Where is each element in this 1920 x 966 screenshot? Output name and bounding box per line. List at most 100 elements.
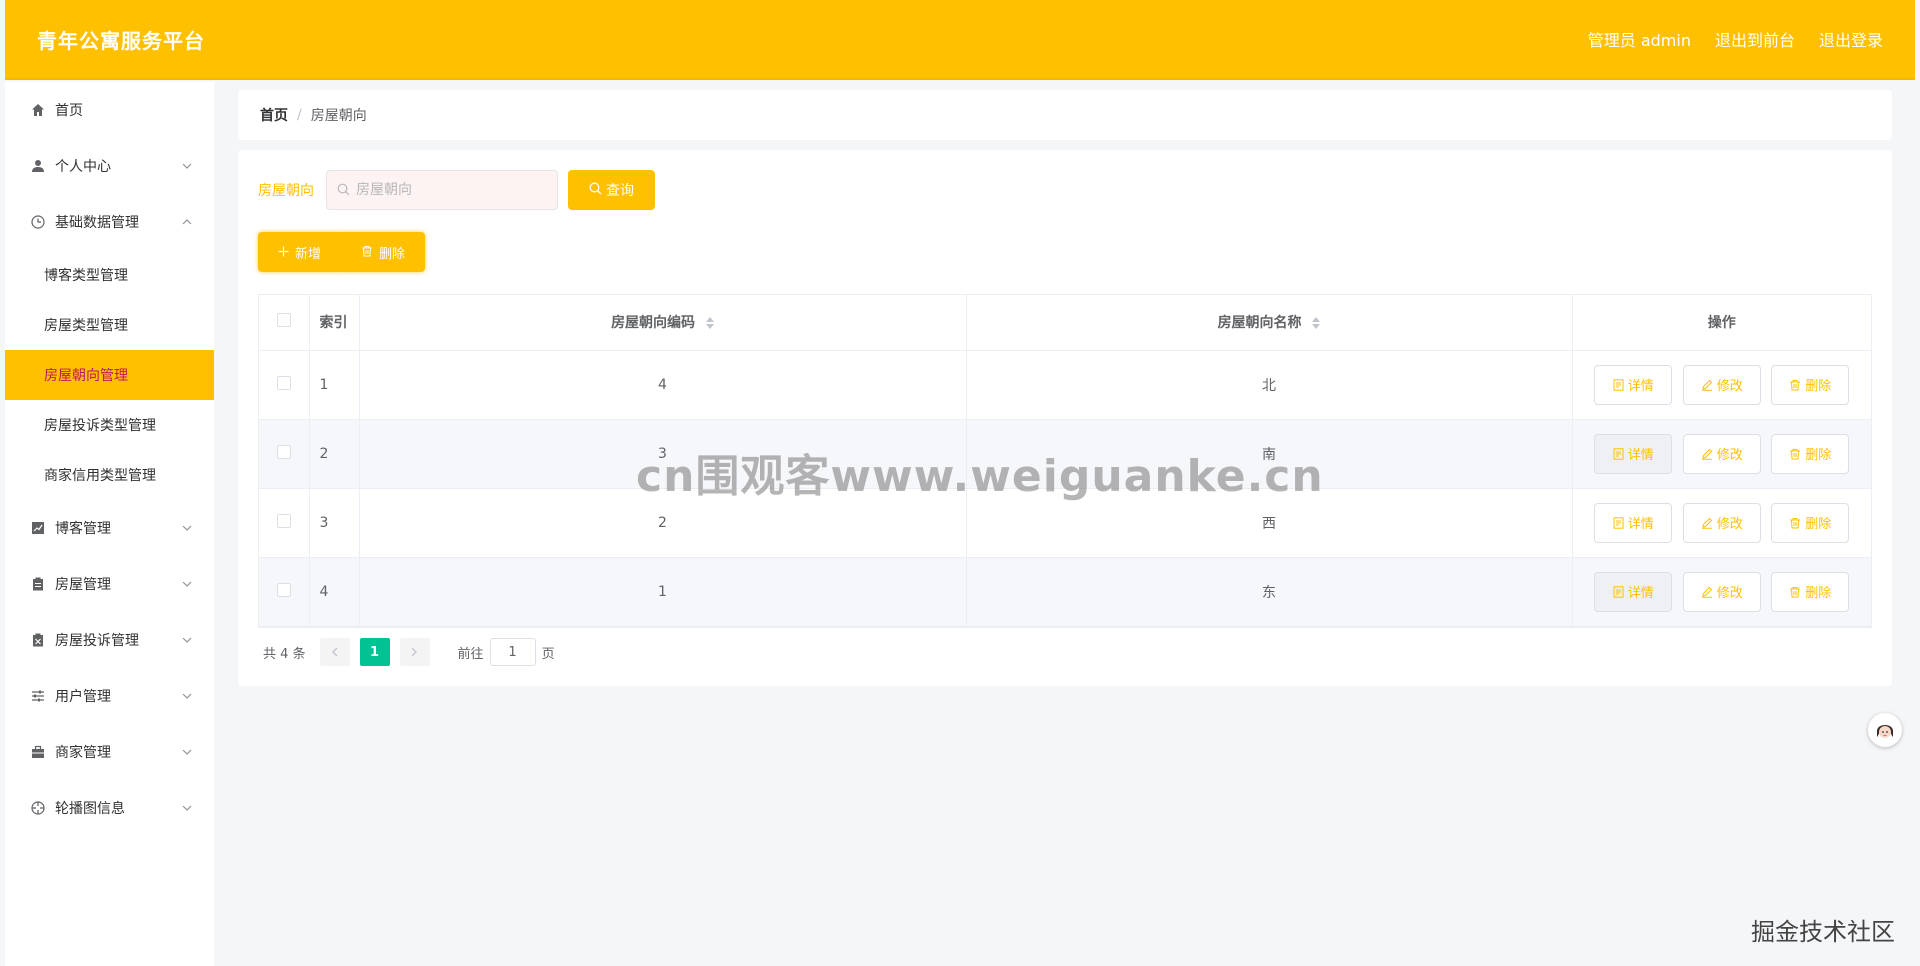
sidebar-label-blog: 博客管理 (55, 521, 111, 537)
sort-icon[interactable] (1312, 317, 1321, 330)
batch-delete-button[interactable]: 删除 (341, 232, 426, 272)
clipboard-x-icon (29, 633, 47, 647)
sliders-icon (29, 689, 47, 703)
delete-label: 删除 (1805, 585, 1832, 600)
detail-button[interactable]: 详情 (1594, 364, 1673, 405)
sidebar-label-personal: 个人中心 (55, 159, 111, 175)
cell-index: 2 (309, 419, 360, 489)
header-code-label: 房屋朝向编码 (611, 315, 696, 332)
sidebar-item-home[interactable]: 首页 (5, 82, 214, 138)
search-input-box[interactable] (326, 170, 558, 210)
page-number-button[interactable]: 1 (359, 638, 390, 666)
delete-button[interactable]: 删除 (1771, 433, 1850, 474)
sidebar-item-house[interactable]: 房屋管理 (5, 556, 214, 612)
row-checkbox[interactable] (276, 444, 291, 459)
header-name[interactable]: 房屋朝向名称 (966, 295, 1573, 351)
next-page-button[interactable] (399, 638, 430, 666)
goto-prefix: 前往 (457, 646, 484, 662)
sidebar-item-merchant[interactable]: 商家管理 (5, 724, 214, 780)
breadcrumb-separator: / (297, 107, 302, 123)
sidebar-item-complaint[interactable]: 房屋投诉管理 (5, 612, 214, 668)
query-button[interactable]: 查询 (568, 170, 655, 210)
query-button-label: 查询 (606, 182, 634, 198)
chevron-down-icon (182, 581, 192, 587)
chevron-left-icon (332, 647, 338, 657)
header-actions: 管理员 admin 退出到前台 退出登录 (1588, 27, 1883, 51)
edit-label: 修改 (1716, 378, 1743, 393)
cell-name: 南 (966, 419, 1573, 489)
sidebar-sub-merchant-credit[interactable]: 商家信用类型管理 (5, 450, 214, 500)
sidebar: 首页 个人中心 基础数据管理 博客类型管理 房屋类型管理 房屋朝向管理 房屋投诉… (5, 82, 214, 966)
add-button[interactable]: 新增 (258, 232, 342, 272)
detail-button[interactable]: 详情 (1594, 571, 1673, 612)
edit-button[interactable]: 修改 (1682, 502, 1761, 543)
sort-icon[interactable] (705, 317, 714, 330)
cell-ops: 详情 修改 删除 (1572, 419, 1871, 489)
row-checkbox[interactable] (276, 375, 291, 390)
detail-button[interactable]: 详情 (1594, 433, 1673, 474)
sidebar-sub-house-orientation[interactable]: 房屋朝向管理 (5, 350, 214, 400)
edit-button[interactable]: 修改 (1682, 364, 1761, 405)
chevron-up-icon (182, 219, 192, 225)
chevron-down-icon (182, 163, 192, 169)
sidebar-sub-blog-type[interactable]: 博客类型管理 (5, 250, 214, 300)
home-icon (29, 103, 47, 117)
sidebar-label-carousel: 轮播图信息 (55, 801, 125, 817)
brand-title: 青年公寓服务平台 (37, 28, 205, 53)
table-row: 3 2 西 详情 修改 删除 (259, 488, 1871, 558)
batch-delete-label: 删除 (379, 245, 406, 261)
delete-button[interactable]: 删除 (1771, 502, 1850, 543)
sidebar-sub-complaint-type[interactable]: 房屋投诉类型管理 (5, 400, 214, 450)
sidebar-label-user: 用户管理 (55, 689, 111, 705)
user-label[interactable]: 管理员 admin (1588, 27, 1691, 51)
chevron-down-icon (182, 805, 192, 811)
floating-assistant-avatar[interactable] (1868, 713, 1902, 747)
header-code[interactable]: 房屋朝向编码 (359, 295, 967, 351)
table-row: 2 3 南 详情 修改 删除 (259, 419, 1871, 489)
cell-code: 2 (359, 488, 967, 558)
sidebar-label-base-data: 基础数据管理 (55, 215, 139, 231)
sidebar-item-personal[interactable]: 个人中心 (5, 138, 214, 194)
edit-button[interactable]: 修改 (1682, 433, 1761, 474)
trash-icon (1790, 586, 1801, 597)
delete-button[interactable]: 删除 (1771, 364, 1850, 405)
edit-button[interactable]: 修改 (1682, 571, 1761, 612)
sidebar-sub-house-type[interactable]: 房屋类型管理 (5, 300, 214, 350)
delete-button[interactable]: 删除 (1771, 571, 1850, 612)
search-icon (589, 182, 602, 198)
goto-page-input[interactable] (489, 638, 536, 666)
cell-code: 3 (359, 419, 967, 489)
sidebar-item-carousel[interactable]: 轮播图信息 (5, 780, 214, 836)
search-icon (337, 181, 350, 200)
chevron-down-icon (182, 749, 192, 755)
clipboard-icon (29, 577, 47, 591)
search-input[interactable] (356, 182, 536, 198)
prev-page-button[interactable] (319, 638, 350, 666)
document-icon (1613, 447, 1624, 460)
sidebar-item-base-data[interactable]: 基础数据管理 (5, 194, 214, 250)
breadcrumb-home[interactable]: 首页 (260, 105, 288, 125)
delete-label: 删除 (1805, 378, 1832, 393)
table-row: 1 4 北 详情 修改 删除 (259, 350, 1871, 420)
row-checkbox[interactable] (276, 513, 291, 528)
sidebar-item-user[interactable]: 用户管理 (5, 668, 214, 724)
edit-label: 修改 (1716, 516, 1743, 531)
delete-label: 删除 (1805, 516, 1832, 531)
aperture-icon (29, 801, 47, 815)
document-icon (1613, 516, 1624, 529)
select-all-checkbox[interactable] (276, 313, 291, 328)
sidebar-label-complaint: 房屋投诉管理 (55, 633, 139, 649)
sidebar-item-blog[interactable]: 博客管理 (5, 500, 214, 556)
row-checkbox[interactable] (276, 582, 291, 597)
table-header-row: 索引 房屋朝向编码 房屋朝向名称 操作 (259, 295, 1871, 351)
detail-button[interactable]: 详情 (1594, 502, 1673, 543)
search-label: 房屋朝向 (258, 183, 314, 199)
trash-icon (361, 245, 373, 260)
cell-ops: 详情 修改 删除 (1572, 557, 1871, 627)
chevron-right-icon (411, 647, 417, 657)
trash-icon (1790, 379, 1801, 390)
pagination-goto: 前往 页 (458, 638, 555, 666)
edit-label: 修改 (1716, 447, 1743, 462)
logout-link[interactable]: 退出登录 (1819, 27, 1883, 51)
to-front-link[interactable]: 退出到前台 (1715, 27, 1795, 51)
